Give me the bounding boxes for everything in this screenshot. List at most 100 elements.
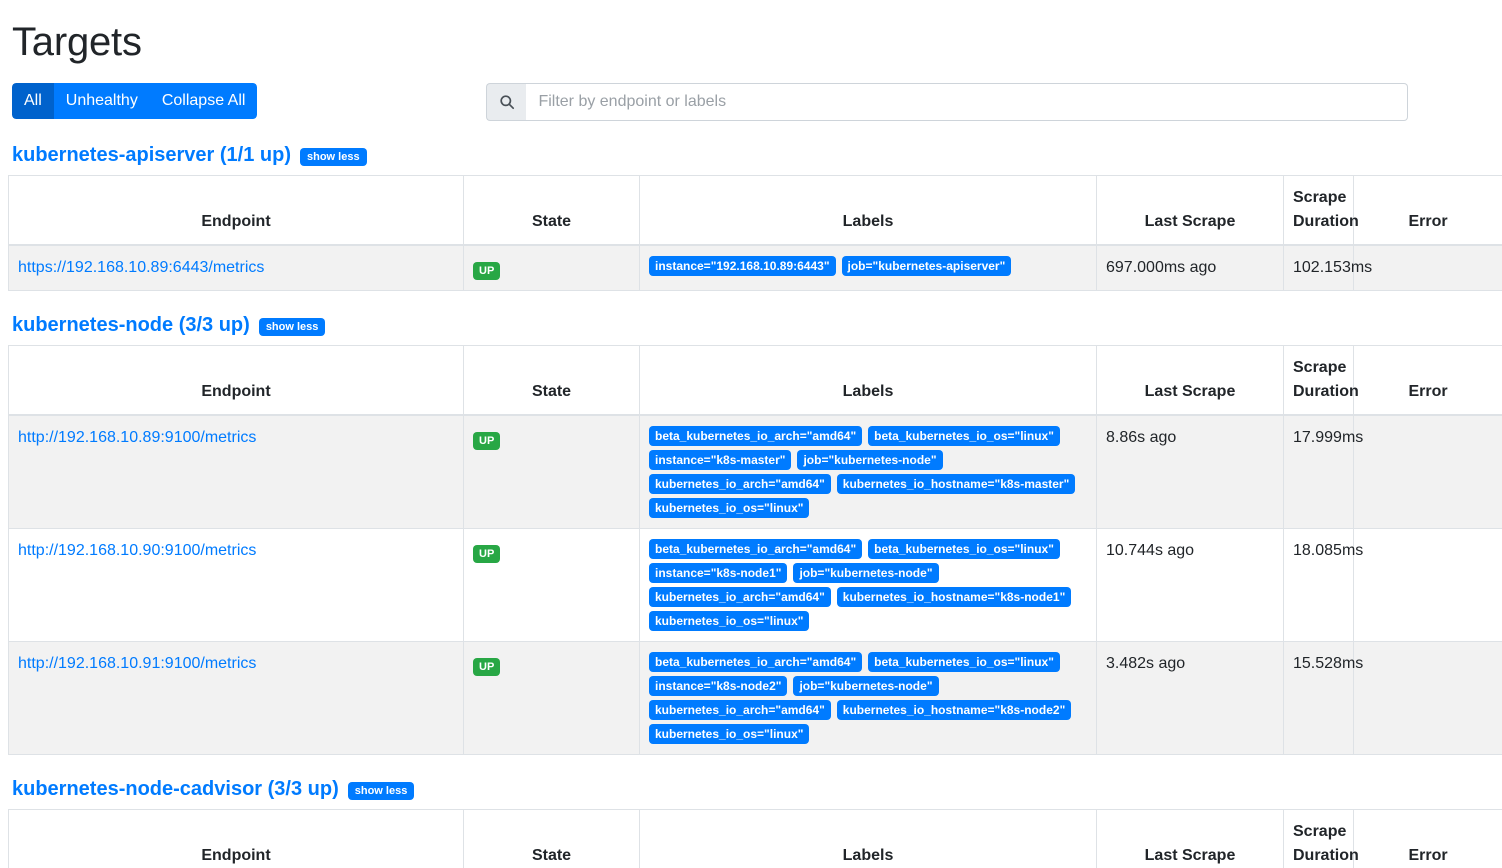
- endpoint-link[interactable]: http://192.168.10.90:9100/metrics: [18, 539, 454, 563]
- table-row: http://192.168.10.90:9100/metrics UP bet…: [8, 528, 1502, 642]
- label-pill: beta_kubernetes_io_arch="amd64": [649, 652, 863, 672]
- targets-table: Endpoint State Labels Last Scrape Scrape…: [8, 809, 1502, 868]
- targets-table: Endpoint State Labels Last Scrape Scrape…: [8, 345, 1502, 755]
- label-pill: kubernetes_io_hostname="k8s-node1": [836, 587, 1072, 607]
- label-pill: instance="k8s-master": [649, 450, 792, 470]
- cell-error: [1353, 244, 1502, 291]
- cell-state: UP: [463, 528, 640, 642]
- scrape-duration-line2: Duration: [1293, 383, 1359, 400]
- column-header-endpoint: Endpoint: [8, 175, 464, 246]
- label-pill: instance="k8s-node2": [649, 676, 788, 696]
- label-list: beta_kubernetes_io_arch="amd64" beta_kub…: [649, 426, 1087, 518]
- label-pill: kubernetes_io_arch="amd64": [649, 474, 831, 494]
- cell-state: UP: [463, 414, 640, 529]
- cell-error: [1353, 528, 1502, 642]
- label-pill: beta_kubernetes_io_arch="amd64": [649, 426, 863, 446]
- cell-scrape-duration: 102.153ms: [1283, 244, 1372, 291]
- label-pill: job="kubernetes-node": [793, 676, 939, 696]
- column-header-labels: Labels: [639, 809, 1097, 868]
- cell-scrape-duration: 15.528ms: [1283, 641, 1363, 755]
- cell-last-scrape: 8.86s ago: [1096, 414, 1284, 529]
- collapse-all-button[interactable]: Collapse All: [149, 83, 258, 119]
- label-pill: instance="k8s-node1": [649, 563, 788, 583]
- last-scrape-value: 10.744s ago: [1106, 542, 1195, 559]
- show-less-button[interactable]: show less: [300, 148, 367, 166]
- job-section-kubernetes-node-cadvisor: kubernetes-node-cadvisor (3/3 up) show l…: [8, 777, 1502, 868]
- column-header-scrape-duration: Scrape Duration: [1283, 345, 1359, 416]
- scrape-duration-line1: Scrape: [1293, 823, 1347, 840]
- search-input[interactable]: [526, 83, 1409, 121]
- label-pill: kubernetes_io_arch="amd64": [649, 700, 831, 720]
- job-title[interactable]: kubernetes-node (3/3 up): [12, 313, 250, 337]
- status-badge: UP: [473, 658, 501, 676]
- cell-endpoint: https://192.168.10.89:6443/metrics: [8, 244, 464, 291]
- cell-scrape-duration: 18.085ms: [1283, 528, 1363, 642]
- filter-button-group: All Unhealthy Collapse All: [12, 83, 258, 119]
- column-header-labels: Labels: [639, 345, 1097, 416]
- cell-state: UP: [463, 244, 640, 291]
- job-header: kubernetes-node (3/3 up) show less: [12, 313, 1494, 337]
- label-pill: beta_kubernetes_io_arch="amd64": [649, 539, 863, 559]
- filter-all-button[interactable]: All: [12, 83, 54, 119]
- endpoint-link[interactable]: http://192.168.10.89:9100/metrics: [18, 426, 454, 450]
- column-header-endpoint: Endpoint: [8, 809, 464, 868]
- status-badge: UP: [473, 545, 501, 563]
- cell-error: [1353, 641, 1502, 755]
- table-row: http://192.168.10.91:9100/metrics UP bet…: [8, 641, 1502, 755]
- endpoint-link[interactable]: http://192.168.10.91:9100/metrics: [18, 652, 454, 676]
- column-header-scrape-duration: Scrape Duration: [1283, 809, 1359, 868]
- show-less-button[interactable]: show less: [258, 318, 326, 336]
- endpoint-link[interactable]: https://192.168.10.89:6443/metrics: [18, 256, 454, 280]
- label-pill: beta_kubernetes_io_os="linux": [868, 426, 1060, 446]
- job-section-kubernetes-apiserver: kubernetes-apiserver (1/1 up) show less …: [8, 143, 1502, 291]
- label-pill: instance="192.168.10.89:6443": [649, 256, 836, 276]
- column-header-error: Error: [1353, 345, 1502, 416]
- scrape-duration-line2: Duration: [1293, 847, 1359, 864]
- label-list: beta_kubernetes_io_arch="amd64" beta_kub…: [649, 539, 1087, 631]
- status-badge: UP: [473, 262, 501, 280]
- column-header-scrape-duration: Scrape Duration: [1283, 175, 1359, 246]
- cell-labels: beta_kubernetes_io_arch="amd64" beta_kub…: [639, 528, 1097, 642]
- show-less-button[interactable]: show less: [347, 782, 415, 800]
- column-header-labels: Labels: [639, 175, 1097, 246]
- cell-last-scrape: 10.744s ago: [1096, 528, 1284, 642]
- column-header-state: State: [463, 809, 640, 868]
- table-header-row: Endpoint State Labels Last Scrape Scrape…: [8, 175, 1502, 246]
- cell-error: [1353, 414, 1502, 529]
- status-badge: UP: [473, 432, 501, 450]
- column-header-last-scrape: Last Scrape: [1096, 809, 1284, 868]
- cell-labels: instance="192.168.10.89:6443" job="kuber…: [639, 244, 1097, 291]
- table-header-row: Endpoint State Labels Last Scrape Scrape…: [8, 809, 1502, 868]
- job-title[interactable]: kubernetes-node-cadvisor (3/3 up): [12, 777, 339, 801]
- page-title: Targets: [12, 20, 142, 64]
- label-pill: beta_kubernetes_io_os="linux": [868, 539, 1060, 559]
- job-title[interactable]: kubernetes-apiserver (1/1 up): [12, 143, 291, 167]
- table-header-row: Endpoint State Labels Last Scrape Scrape…: [8, 345, 1502, 416]
- column-header-state: State: [463, 345, 640, 416]
- table-row: http://192.168.10.89:9100/metrics UP bet…: [8, 414, 1502, 529]
- label-list: beta_kubernetes_io_arch="amd64" beta_kub…: [649, 652, 1087, 744]
- cell-state: UP: [463, 641, 640, 755]
- last-scrape-value: 697.000ms ago: [1106, 259, 1217, 276]
- job-section-kubernetes-node: kubernetes-node (3/3 up) show less Endpo…: [8, 313, 1502, 755]
- label-pill: kubernetes_io_hostname="k8s-node2": [836, 700, 1072, 720]
- scrape-duration-line1: Scrape: [1293, 359, 1347, 376]
- last-scrape-value: 3.482s ago: [1106, 655, 1186, 672]
- column-header-last-scrape: Last Scrape: [1096, 345, 1284, 416]
- cell-last-scrape: 3.482s ago: [1096, 641, 1284, 755]
- scrape-duration-value: 15.528ms: [1293, 655, 1364, 672]
- cell-scrape-duration: 17.999ms: [1283, 414, 1363, 529]
- search-icon: [486, 83, 527, 121]
- table-row: https://192.168.10.89:6443/metrics UP in…: [8, 244, 1502, 291]
- scrape-duration-value: 18.085ms: [1293, 542, 1364, 559]
- column-header-error: Error: [1353, 809, 1502, 868]
- job-header: kubernetes-node-cadvisor (3/3 up) show l…: [12, 777, 1494, 801]
- label-pill: job="kubernetes-apiserver": [841, 256, 1012, 276]
- label-pill: beta_kubernetes_io_os="linux": [868, 652, 1060, 672]
- label-pill: kubernetes_io_os="linux": [649, 498, 810, 518]
- cell-endpoint: http://192.168.10.91:9100/metrics: [8, 641, 464, 755]
- scrape-duration-value: 102.153ms: [1293, 259, 1373, 276]
- filter-unhealthy-button[interactable]: Unhealthy: [53, 83, 150, 119]
- scrape-duration-value: 17.999ms: [1293, 429, 1364, 446]
- column-header-error: Error: [1353, 175, 1502, 246]
